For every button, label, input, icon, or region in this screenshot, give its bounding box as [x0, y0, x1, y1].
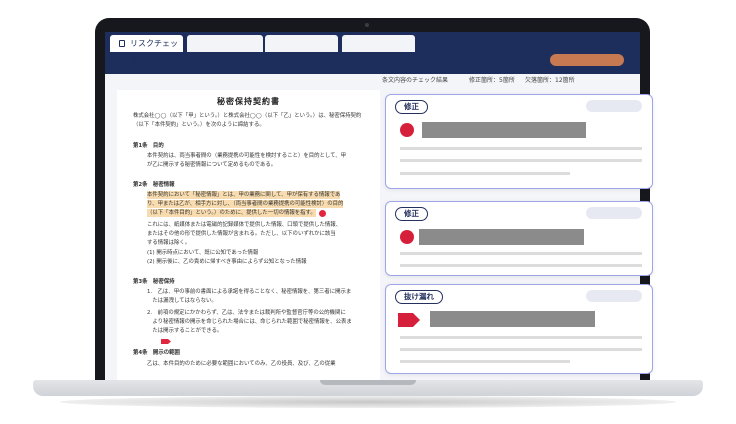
fix-count: 修正箇所：5箇所: [469, 77, 515, 84]
placeholder-line: [400, 264, 642, 267]
doc-line: （以下「本件契約」という。）を次のように締結する。: [133, 122, 265, 128]
doc-line: またはその他の形で提供した情報が含まれる。ただし、以下のいずれかに該当: [147, 231, 336, 237]
placeholder-pill: [586, 207, 642, 219]
section-heading: 第1条 目的: [133, 143, 164, 149]
check-summary: 条文内容のチェック結果: [382, 77, 449, 84]
action-button[interactable]: [550, 54, 624, 66]
status-badge: 修正: [395, 100, 428, 114]
check-result-bar: 条文内容のチェック結果 修正箇所：5箇所 欠落箇所：12箇所: [105, 74, 640, 88]
placeholder-line: [400, 147, 642, 150]
tab-label: リスクチェック: [130, 39, 178, 65]
status-badge: 抜け漏れ: [395, 290, 443, 304]
contract-document: 秘密保持契約書 株式会社◯◯（以下「甲」という。）と株式会社◯◯（以下「乙」とい…: [117, 90, 380, 380]
tab-empty[interactable]: [342, 35, 415, 52]
placeholder-line: [400, 348, 642, 351]
page-title: 秘密保持契約書: [217, 97, 280, 106]
tab-risk-check[interactable]: リスクチェック: [110, 35, 183, 65]
redacted-text: [419, 229, 584, 245]
placeholder-line: [400, 336, 642, 339]
review-card[interactable]: 修正: [385, 201, 653, 276]
risk-dot-icon: [400, 123, 414, 137]
app-header: リスクチェック: [105, 32, 640, 74]
section-heading: 第4条 開示の範囲: [133, 350, 180, 356]
placeholder-line: [400, 252, 642, 255]
redacted-text: [422, 122, 586, 138]
highlighted-line[interactable]: （以下「本件目的」という。）のために、提供した一切の情報を指す。: [147, 209, 316, 217]
placeholder-line: [400, 172, 570, 175]
doc-line: 本件契約は、両当事者間の（業務提携の可能性を検討すること）を目的として、甲: [147, 153, 347, 159]
tab-empty[interactable]: [187, 35, 263, 52]
review-card[interactable]: 抜け漏れ: [385, 284, 653, 374]
risk-dot-icon: [400, 230, 414, 244]
placeholder-pill: [586, 290, 642, 302]
doc-line: (1) 開示時点において、既に公知であった情報: [147, 250, 259, 256]
doc-line: これには、紙媒体または電磁的記録媒体で提供した情報、口頭で提供した情報、: [147, 222, 342, 228]
camera-icon: [365, 23, 369, 27]
missing-marker-icon[interactable]: [161, 339, 171, 344]
placeholder-line: [400, 159, 642, 162]
stage: リスクチェック 条文内容のチェック結果 修正箇所：5箇所 欠落箇所：12箇所 秘…: [0, 0, 736, 424]
doc-line: (2) 開示後に、乙の責めに帰すべき事由によらず公知となった情報: [147, 259, 307, 265]
doc-line: より秘密情報の開示を命じられた場合には、命じられた範囲で秘密情報を、公表ま: [147, 319, 352, 325]
doc-line: 乙は、本件目的のために必要な範囲においてのみ、乙の役員、及び、乙の従業: [147, 361, 336, 367]
doc-line: 2. 前項の規定にかかわらず、乙は、法令または裁判所や監督官庁等の公的機関に: [147, 310, 346, 316]
doc-line: する情報は除く。: [147, 240, 191, 246]
laptop-notch: [320, 380, 416, 385]
doc-line: たは漏洩してはならない。: [147, 298, 217, 304]
doc-line: 1. 乙は、甲の事前の書面による承諾を得ることなく、秘密情報を、第三者に開示ま: [147, 289, 352, 295]
section-heading: 第3条 秘密保持: [133, 279, 175, 285]
review-card[interactable]: 修正: [385, 94, 653, 189]
placeholder-pill: [586, 100, 642, 112]
laptop-shadow: [60, 396, 676, 408]
placeholder-line: [400, 360, 570, 363]
highlighted-line[interactable]: 本件契約において「秘密情報」とは、甲の業務に関して、甲が保有する情報であ: [147, 191, 341, 199]
doc-line: 株式会社◯◯（以下「甲」という。）と株式会社◯◯（以下「乙」という。）は、秘密保…: [133, 113, 362, 119]
doc-line: たは開示することができる。: [147, 328, 223, 334]
document-icon: [119, 40, 125, 47]
missing-flag-icon: [398, 313, 420, 327]
risk-marker-icon[interactable]: [319, 210, 326, 217]
missing-count: 欠落箇所：12箇所: [525, 77, 575, 84]
redacted-text: [430, 311, 595, 327]
status-badge: 修正: [395, 207, 428, 221]
tab-empty[interactable]: [265, 35, 338, 52]
highlighted-line[interactable]: り、甲または乙が、相手方に対し、（両当事者間の業務提携の可能性検討）の目的: [147, 200, 344, 208]
doc-line: が乙に開示する秘密情報について定めるものである。: [147, 162, 277, 168]
section-heading: 第2条 秘密情報: [133, 182, 175, 188]
